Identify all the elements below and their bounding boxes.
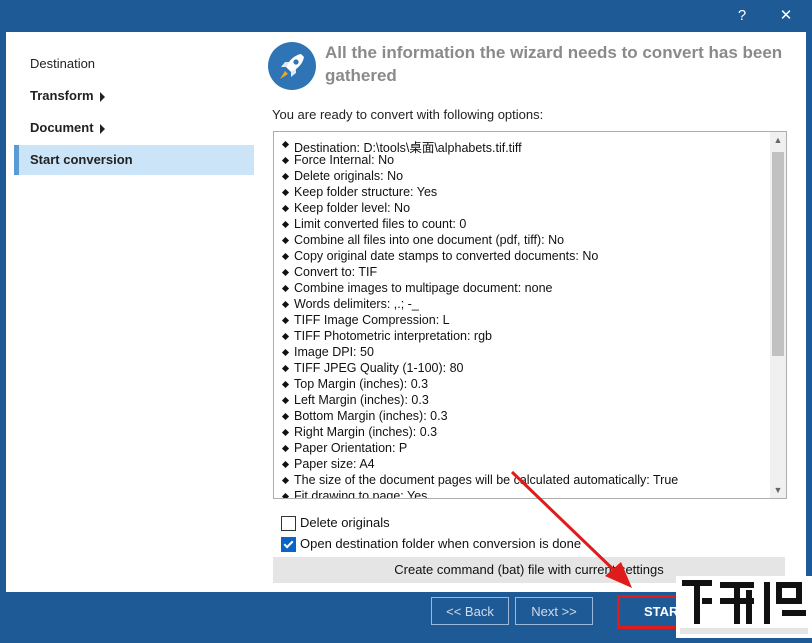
list-item: Combine all files into one document (pdf… [294,233,565,247]
scroll-down-icon[interactable]: ▼ [770,482,786,498]
list-item: Paper size: A4 [294,457,375,471]
sidebar-item-label: Start conversion [30,152,133,167]
checkbox-label: Open destination folder when conversion … [300,536,582,551]
list-item: Limit converted files to count: 0 [294,217,467,231]
scrollbar[interactable]: ▲ ▼ [770,132,786,498]
list-item: Image DPI: 50 [294,345,374,359]
site-watermark [676,576,812,638]
list-item: TIFF Image Compression: L [294,313,450,327]
sidebar-item-transform[interactable]: Transform [14,81,254,111]
sidebar-item-start-conversion[interactable]: Start conversion [14,145,254,175]
close-button[interactable]: ✕ [766,4,806,28]
list-item: The size of the document pages will be c… [294,473,679,487]
sidebar-item-document[interactable]: Document [14,113,254,143]
list-item: TIFF Photometric interpretation: rgb [294,329,492,343]
sidebar-item-label: Document [30,120,94,135]
wizard-content: Destination Transform Document Start con… [6,32,806,592]
checkbox-icon[interactable] [281,537,296,552]
list-item: Keep folder level: No [294,201,411,215]
options-listbox[interactable]: Destination: D:\tools\桌面\alphabets.tif.t… [273,131,787,499]
rocket-icon [268,42,316,90]
checkbox-icon[interactable] [281,516,296,531]
list-item: Left Margin (inches): 0.3 [294,393,429,407]
list-item: Paper Orientation: P [294,441,408,455]
sidebar-item-label: Destination [30,56,96,71]
list-item: Words delimiters: ,.; -_ [294,297,419,311]
list-item: Delete originals: No [294,169,404,183]
list-item: Fit drawing to page: Yes [294,489,427,498]
list-item: Convert to: TIF [294,265,378,279]
chevron-right-icon [99,91,105,102]
scroll-up-icon[interactable]: ▲ [770,132,786,148]
page-title: All the information the wizard needs to … [325,43,783,85]
checkbox-label: Delete originals [300,515,390,530]
list-item: Force Internal: No [294,153,395,167]
scrollbar-thumb[interactable] [772,152,784,356]
list-item: Copy original date stamps to converted d… [294,249,599,263]
list-item: Combine images to multipage document: no… [294,281,553,295]
back-button[interactable]: << Back [431,597,509,625]
options-intro: You are ready to convert with following … [272,107,544,122]
list-item: Right Margin (inches): 0.3 [294,425,438,439]
chevron-right-icon [99,123,105,134]
list-item: Top Margin (inches): 0.3 [294,377,429,391]
list-item: Bottom Margin (inches): 0.3 [294,409,448,423]
list-item: Keep folder structure: Yes [294,185,438,199]
help-button[interactable]: ? [722,4,762,28]
next-button[interactable]: Next >> [515,597,593,625]
sidebar: Destination Transform Document Start con… [6,32,256,592]
sidebar-item-label: Transform [30,88,94,103]
list-item: TIFF JPEG Quality (1-100): 80 [294,361,464,375]
sidebar-item-destination[interactable]: Destination [14,49,254,79]
title-bar: ? ✕ [0,0,812,32]
